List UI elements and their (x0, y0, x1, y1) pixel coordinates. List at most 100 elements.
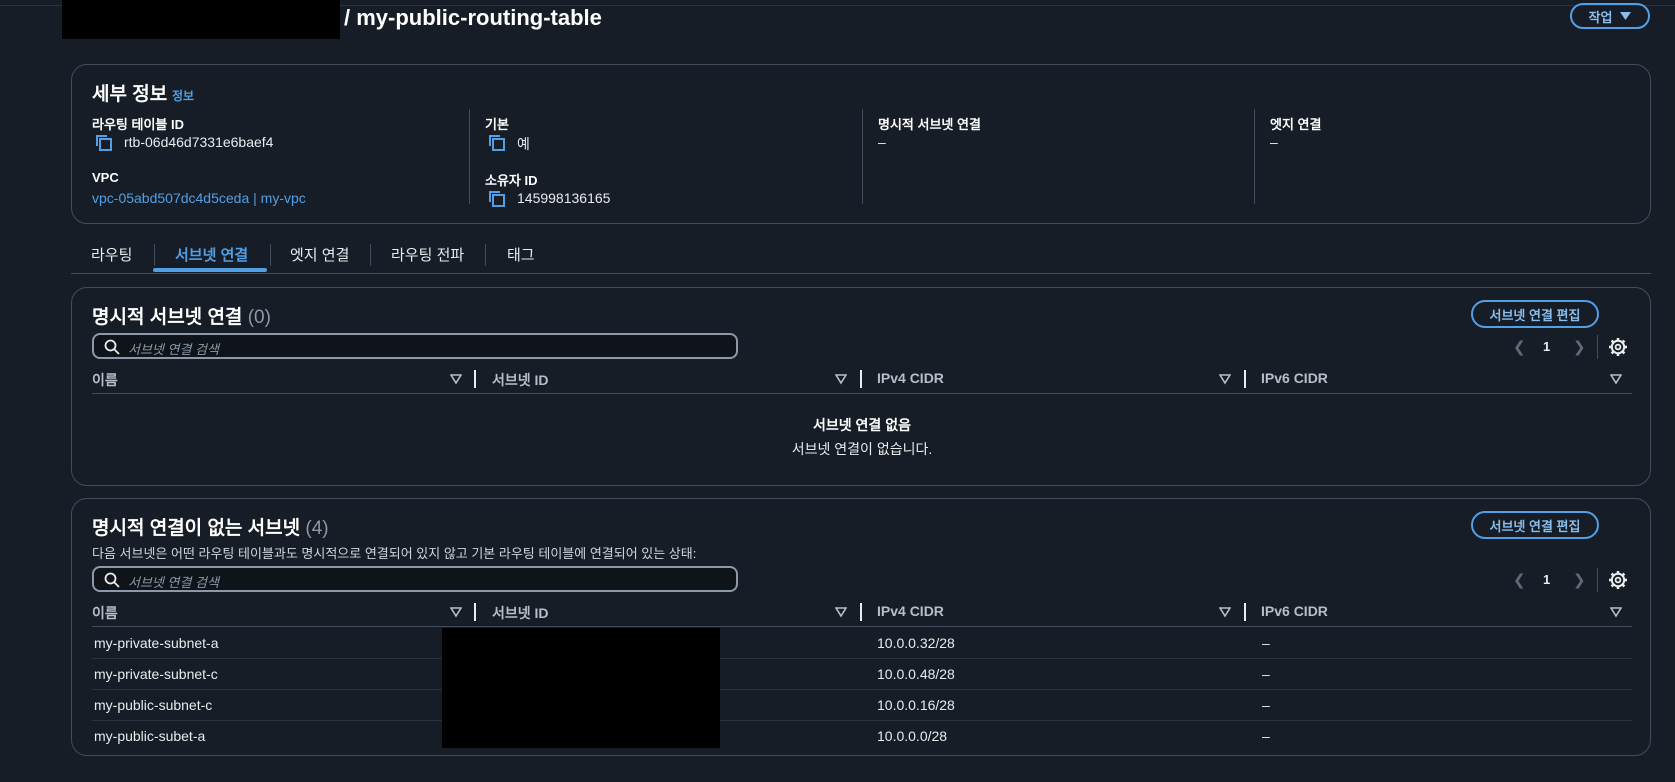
sort-icon[interactable] (450, 606, 462, 618)
tabs-underline (71, 273, 1651, 274)
column-divider (469, 109, 470, 204)
column-header-ipv6-cidr[interactable]: IPv6 CIDR (1261, 603, 1328, 619)
table-row-ipv6: – (1262, 635, 1270, 651)
edit-subnet-associations-button[interactable]: 서브넷 연결 편집 (1471, 300, 1599, 328)
edge-association-value: – (1270, 134, 1278, 150)
tab-route-propagation[interactable]: 라우팅 전파 (391, 244, 464, 265)
owner-id-label: 소유자 ID (485, 173, 538, 188)
explicit-subnet-label: 명시적 서브넷 연결 (878, 117, 981, 132)
route-table-id-value: rtb-06d46d7331e6baef4 (124, 134, 274, 150)
search-icon (104, 572, 120, 588)
sort-icon[interactable] (1610, 373, 1622, 385)
tab-tags[interactable]: 태그 (507, 244, 535, 265)
column-header-ipv4-cidr[interactable]: IPv4 CIDR (877, 370, 944, 386)
redacted-subnet-ids (442, 628, 720, 748)
column-resizer[interactable] (474, 603, 476, 621)
empty-state-title: 서브넷 연결 없음 (813, 417, 911, 433)
search-placeholder: 서브넷 연결 검색 (128, 575, 219, 590)
table-header-divider (92, 626, 1632, 627)
row-divider (92, 658, 1632, 659)
search-icon (104, 339, 120, 355)
prev-page-icon[interactable]: ❮ (1513, 571, 1526, 589)
next-page-icon[interactable]: ❯ (1573, 571, 1586, 589)
explicit-panel-count: (0) (247, 307, 271, 328)
table-row-ipv4: 10.0.0.16/28 (877, 697, 955, 713)
implicit-panel-title: 명시적 연결이 없는 서브넷 (92, 518, 301, 539)
page-title: / my-public-routing-table (344, 5, 602, 30)
implicit-panel-count: (4) (305, 518, 329, 539)
edit-subnet-associations-button[interactable]: 서브넷 연결 편집 (1471, 511, 1599, 539)
subnets-without-explicit-associations-panel: 명시적 연결이 없는 서브넷 (4) 다음 서브넷은 어떤 라우팅 테이블과도 … (71, 498, 1651, 756)
explicit-panel-heading: 명시적 서브넷 연결 (0) (92, 302, 271, 329)
table-row-name: my-public-subnet-c (94, 697, 213, 713)
column-divider (862, 109, 863, 204)
table-row-ipv6: – (1262, 666, 1270, 682)
tab-routes[interactable]: 라우팅 (91, 244, 132, 265)
gear-icon[interactable] (1608, 337, 1628, 357)
row-divider (92, 720, 1632, 721)
edge-association-label: 엣지 연결 (1270, 117, 1322, 132)
column-header-name[interactable]: 이름 (92, 370, 118, 390)
table-row-name: my-private-subnet-c (94, 666, 218, 682)
tab-edge-associations[interactable]: 엣지 연결 (290, 244, 349, 265)
column-header-name[interactable]: 이름 (92, 603, 118, 623)
page-number[interactable]: 1 (1543, 339, 1550, 354)
column-header-ipv4-cidr[interactable]: IPv4 CIDR (877, 603, 944, 619)
copy-icon[interactable] (94, 133, 114, 153)
pagination: ❮ 1 ❯ (1513, 570, 1586, 590)
sort-icon[interactable] (1219, 606, 1231, 618)
column-resizer[interactable] (860, 603, 862, 621)
caret-down-icon (1620, 12, 1632, 20)
vpc-label: VPC (92, 170, 119, 185)
table-row-name: my-private-subnet-a (94, 635, 219, 651)
explicit-subnet-associations-panel: 명시적 서브넷 연결 (0) 서브넷 연결 편집 서브넷 연결 검색 ❮ 1 ❯… (71, 287, 1651, 486)
column-resizer[interactable] (860, 370, 862, 388)
next-page-icon[interactable]: ❯ (1573, 338, 1586, 356)
pager-divider (1597, 335, 1598, 359)
table-row-ipv4: 10.0.0.48/28 (877, 666, 955, 682)
main-value: 예 (517, 136, 530, 152)
pagination: ❮ 1 ❯ (1513, 337, 1586, 357)
copy-icon[interactable] (487, 189, 507, 209)
tab-subnet-associations[interactable]: 서브넷 연결 (175, 244, 248, 265)
tab-divider (485, 244, 486, 266)
tab-divider (154, 244, 155, 266)
tab-divider (270, 244, 271, 266)
column-resizer[interactable] (1244, 603, 1246, 621)
column-header-ipv6-cidr[interactable]: IPv6 CIDR (1261, 370, 1328, 386)
details-heading: 세부 정보 (92, 84, 168, 105)
search-input[interactable]: 서브넷 연결 검색 (92, 566, 738, 592)
column-resizer[interactable] (474, 370, 476, 388)
sort-icon[interactable] (835, 606, 847, 618)
search-placeholder: 서브넷 연결 검색 (128, 342, 219, 357)
actions-button[interactable]: 작업 (1570, 3, 1650, 29)
table-header-divider (92, 393, 1632, 394)
route-table-id-label: 라우팅 테이블 ID (92, 117, 184, 132)
table-row-name: my-public-subet-a (94, 728, 206, 744)
info-link[interactable]: 정보 (172, 87, 194, 104)
table-row-ipv6: – (1262, 728, 1270, 744)
column-header-subnet-id[interactable]: 서브넷 ID (492, 603, 549, 623)
explicit-subnet-value: – (878, 134, 886, 150)
sort-icon[interactable] (1610, 606, 1622, 618)
tab-divider (370, 244, 371, 266)
search-input[interactable]: 서브넷 연결 검색 (92, 333, 738, 359)
vpc-link[interactable]: vpc-05abd507dc4d5ceda | my-vpc (92, 190, 306, 206)
details-panel: 세부 정보 정보 라우팅 테이블 ID rtb-06d46d7331e6baef… (71, 64, 1651, 224)
column-divider (1254, 109, 1255, 204)
empty-state-subtitle: 서브넷 연결이 없습니다. (791, 441, 933, 457)
sort-icon[interactable] (1219, 373, 1231, 385)
active-tab-indicator (153, 268, 267, 272)
gear-icon[interactable] (1608, 570, 1628, 590)
table-row-ipv6: – (1262, 697, 1270, 713)
row-divider (92, 689, 1632, 690)
sort-icon[interactable] (835, 373, 847, 385)
column-header-subnet-id[interactable]: 서브넷 ID (492, 370, 549, 390)
copy-icon[interactable] (487, 133, 507, 153)
table-row-ipv4: 10.0.0.32/28 (877, 635, 955, 651)
page-number[interactable]: 1 (1543, 572, 1550, 587)
prev-page-icon[interactable]: ❮ (1513, 338, 1526, 356)
actions-button-label: 작업 (1588, 9, 1613, 25)
column-resizer[interactable] (1244, 370, 1246, 388)
sort-icon[interactable] (450, 373, 462, 385)
